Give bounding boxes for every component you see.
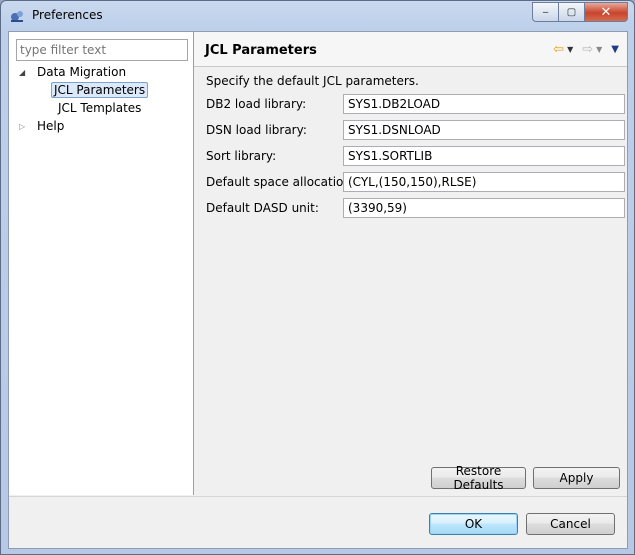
field-label: Default DASD unit:	[206, 201, 319, 215]
app-icon	[11, 11, 23, 22]
maximize-button[interactable]: ▢	[559, 2, 585, 22]
page-title: JCL Parameters	[205, 43, 317, 58]
title-bar: Preferences ‒ ▢ ✕	[1, 1, 634, 31]
forward-arrow-icon[interactable]: ⇨	[582, 43, 593, 57]
tree-item-label: Data Migration	[37, 65, 127, 79]
page-header: JCL Parameters ⇦ ▼ ⇨ ▼ ▼	[194, 32, 627, 67]
collapsed-triangle-icon[interactable]: ▷	[19, 122, 28, 131]
maximize-icon: ▢	[566, 6, 577, 18]
forward-dropdown-icon[interactable]: ▼	[596, 43, 602, 57]
field-label: DSN load library:	[206, 123, 307, 137]
view-menu-icon[interactable]: ▼	[611, 43, 619, 57]
close-icon: ✕	[600, 4, 612, 20]
tree-item-label: JCL Parameters	[51, 82, 149, 98]
dialog-button-bar: OK Cancel	[9, 496, 627, 549]
preference-page: JCL Parameters ⇦ ▼ ⇨ ▼ ▼ Specify the def…	[194, 32, 627, 495]
window-title: Preferences	[32, 8, 103, 22]
preferences-window: Preferences ‒ ▢ ✕ ◢ Data Migration JCL P…	[0, 0, 635, 555]
tree-item-jcl-parameters[interactable]: JCL Parameters	[51, 82, 149, 98]
expanded-triangle-icon[interactable]: ◢	[19, 68, 28, 77]
cancel-button[interactable]: Cancel	[526, 513, 615, 535]
field-label: Sort library:	[206, 149, 277, 163]
history-navigation: ⇦ ▼ ⇨ ▼ ▼	[553, 43, 619, 57]
tree-item-data-migration[interactable]: ◢ Data Migration	[19, 64, 130, 80]
back-dropdown-icon[interactable]: ▼	[567, 43, 573, 57]
default-dasd-unit-input[interactable]	[343, 198, 625, 218]
field-label: Default space allocation:	[206, 175, 356, 189]
page-description: Specify the default JCL parameters.	[206, 74, 419, 88]
tree-item-label: JCL Templates	[58, 101, 142, 115]
filter-input[interactable]	[16, 39, 188, 61]
back-arrow-icon[interactable]: ⇦	[553, 43, 564, 57]
sort-library-input[interactable]	[343, 146, 625, 166]
tree-item-label: Help	[37, 119, 65, 133]
dialog-client-area: ◢ Data Migration JCL Parameters JCL Temp…	[8, 31, 628, 549]
apply-button[interactable]: Apply	[533, 467, 620, 489]
default-space-allocation-input[interactable]	[343, 172, 625, 192]
field-label: DB2 load library:	[206, 97, 307, 111]
tree-item-help[interactable]: ▷ Help	[19, 118, 68, 134]
restore-defaults-button[interactable]: Restore Defaults	[431, 464, 526, 492]
tree-item-jcl-templates[interactable]: JCL Templates	[54, 100, 145, 116]
db2-load-library-input[interactable]	[343, 94, 625, 114]
minimize-icon: ‒	[542, 6, 549, 18]
preference-tree-pane: ◢ Data Migration JCL Parameters JCL Temp…	[9, 32, 194, 495]
dsn-load-library-input[interactable]	[343, 120, 625, 140]
close-button[interactable]: ✕	[585, 2, 628, 22]
ok-button[interactable]: OK	[429, 513, 518, 535]
minimize-button[interactable]: ‒	[532, 2, 559, 22]
